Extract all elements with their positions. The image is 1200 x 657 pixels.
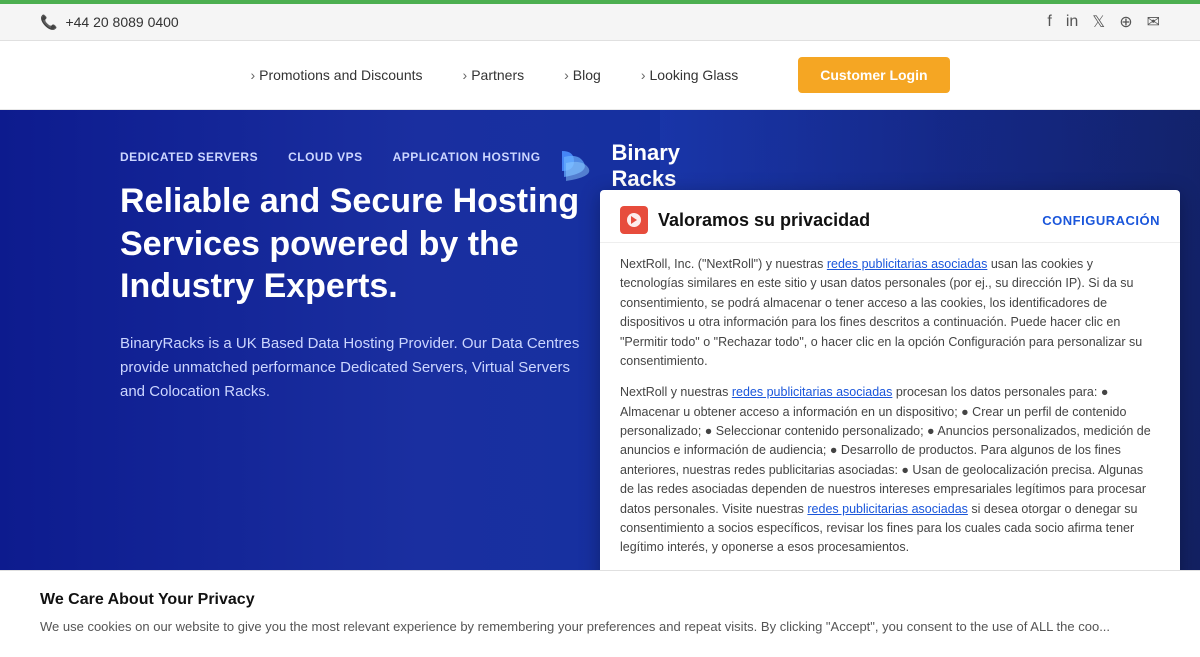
modal-title-row: Valoramos su privacidad xyxy=(620,206,870,234)
hero-content: DEDICATED SERVERS CLOUD VPS APPLICATION … xyxy=(0,110,580,444)
nav-promotions[interactable]: Promotions and Discounts xyxy=(250,67,422,83)
hero-label-cloud: CLOUD VPS xyxy=(288,150,363,164)
hero-nav-labels: DEDICATED SERVERS CLOUD VPS APPLICATION … xyxy=(120,150,580,164)
nextroll-icon xyxy=(620,206,648,234)
whatsapp-icon[interactable]: ⊕ xyxy=(1119,12,1132,32)
modal-link-2[interactable]: redes publicitarias asociadas xyxy=(732,385,893,399)
logo-text: Binary Racks xyxy=(612,140,680,193)
modal-link-3[interactable]: redes publicitarias asociadas xyxy=(807,502,968,516)
privacy-modal: Valoramos su privacidad CONFIGURACIÓN Ne… xyxy=(600,190,1180,570)
hero-label-dedicated: DEDICATED SERVERS xyxy=(120,150,258,164)
phone-section: 📞 +44 20 8089 0400 xyxy=(40,14,179,31)
social-icons-container: f in 𝕏 ⊕ ✉ xyxy=(1047,12,1160,32)
twitter-icon[interactable]: 𝕏 xyxy=(1092,12,1105,32)
facebook-icon[interactable]: f xyxy=(1047,13,1051,31)
modal-header: Valoramos su privacidad CONFIGURACIÓN xyxy=(600,190,1180,243)
hero-label-app: APPLICATION HOSTING xyxy=(393,150,541,164)
phone-icon: 📞 xyxy=(40,14,57,31)
nav-partners[interactable]: Partners xyxy=(463,67,525,83)
hero-section: Binary Racks DEDICATED SERVERS CLOUD VPS… xyxy=(0,110,1200,570)
hero-description: BinaryRacks is a UK Based Data Hosting P… xyxy=(120,332,580,404)
bottom-privacy-bar: We Care About Your Privacy We use cookie… xyxy=(0,570,1200,657)
modal-para2: NextRoll y nuestras redes publicitarias … xyxy=(620,383,1160,557)
nav-blog[interactable]: Blog xyxy=(564,67,601,83)
logo-icon xyxy=(554,141,604,191)
nav-bar: Promotions and Discounts Partners Blog L… xyxy=(0,41,1200,110)
logo-container: Binary Racks xyxy=(554,140,680,193)
hero-title: Reliable and Secure Hosting Services pow… xyxy=(120,180,580,308)
nav-looking-glass[interactable]: Looking Glass xyxy=(641,67,738,83)
email-icon[interactable]: ✉ xyxy=(1147,12,1160,32)
modal-body: NextRoll, Inc. ("NextRoll") y nuestras r… xyxy=(600,243,1180,570)
linkedin-icon[interactable]: in xyxy=(1066,13,1078,31)
top-bar: 📞 +44 20 8089 0400 f in 𝕏 ⊕ ✉ xyxy=(0,4,1200,41)
bottom-privacy-title: We Care About Your Privacy xyxy=(40,591,1160,609)
customer-login-button[interactable]: Customer Login xyxy=(798,57,949,93)
modal-para1: NextRoll, Inc. ("NextRoll") y nuestras r… xyxy=(620,255,1160,371)
phone-number: +44 20 8089 0400 xyxy=(65,14,178,30)
configuracion-link[interactable]: CONFIGURACIÓN xyxy=(1042,213,1160,228)
modal-link-1[interactable]: redes publicitarias asociadas xyxy=(827,257,988,271)
modal-title: Valoramos su privacidad xyxy=(658,210,870,231)
